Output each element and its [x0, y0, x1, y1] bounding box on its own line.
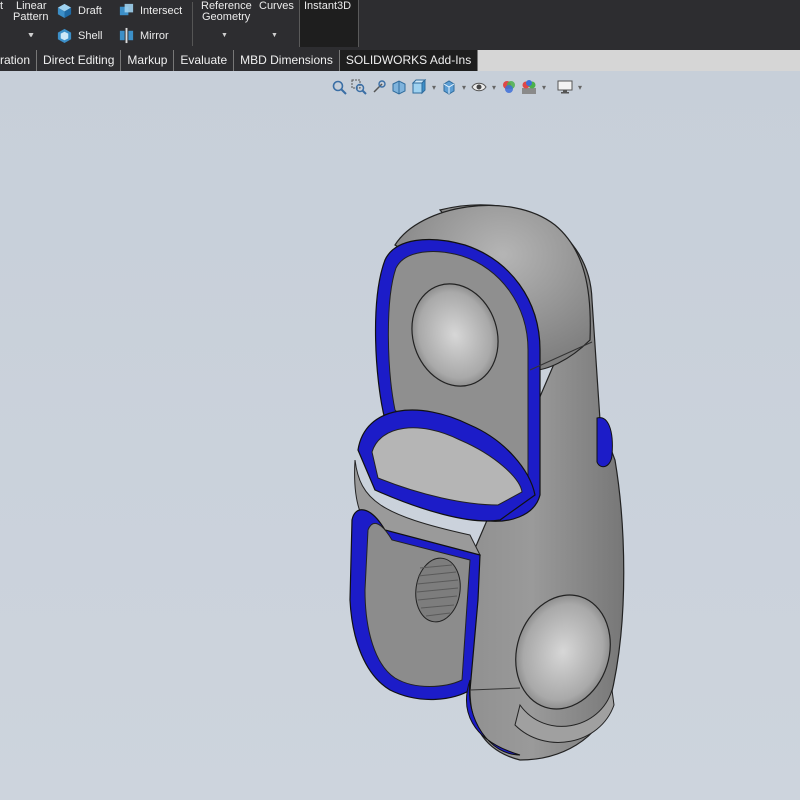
right-ear-selected-face — [596, 417, 613, 468]
view-settings-icon[interactable] — [556, 78, 574, 96]
ribbon-divider — [192, 2, 193, 46]
tab-configuration[interactable]: ration — [0, 50, 38, 71]
shell-button[interactable]: Shell — [56, 27, 102, 44]
zoom-to-fit-icon[interactable] — [330, 78, 348, 96]
chevron-down-icon[interactable]: ▾ — [540, 83, 548, 92]
curves-label: Curves — [259, 0, 294, 12]
intersect-button[interactable]: Intersect — [118, 2, 182, 19]
instant3d-button[interactable]: Instant3D — [299, 0, 359, 47]
chevron-down-icon[interactable]: ▾ — [490, 83, 498, 92]
section-view-icon[interactable] — [390, 78, 408, 96]
chevron-down-icon[interactable]: ▾ — [576, 83, 584, 92]
tab-direct-editing[interactable]: Direct Editing — [37, 50, 122, 71]
command-manager-tabs: ration Direct Editing Markup Evaluate MB… — [0, 50, 800, 71]
chevron-down-icon[interactable]: ▾ — [460, 83, 468, 92]
part-model[interactable] — [0, 71, 800, 800]
previous-view-icon[interactable] — [370, 78, 388, 96]
heads-up-view-toolbar: ▾ ▾ ▾ ▾ ▾ — [330, 77, 584, 97]
instant3d-label: Instant3D — [304, 0, 352, 12]
apply-scene-icon[interactable] — [520, 78, 538, 96]
tab-markup[interactable]: Markup — [121, 50, 175, 71]
edit-appearance-icon[interactable] — [500, 78, 518, 96]
linear-pattern-button[interactable]: Linear Pattern ▼ — [10, 0, 52, 46]
tab-evaluate[interactable]: Evaluate — [174, 50, 235, 71]
chevron-down-icon[interactable]: ▼ — [221, 32, 228, 39]
mirror-label: Mirror — [140, 29, 169, 42]
display-style-icon[interactable] — [440, 78, 458, 96]
draft-label: Draft — [78, 4, 102, 17]
draft-button[interactable]: Draft — [56, 2, 102, 19]
mirror-icon — [119, 27, 134, 44]
command-manager-ribbon: t Linear Pattern ▼ ▼ Draft Shell Interse… — [0, 0, 800, 50]
chevron-down-icon[interactable]: ▾ — [430, 83, 438, 92]
clipped-ribbon-label: t — [0, 0, 4, 12]
draft-icon — [57, 3, 72, 19]
curves-button[interactable]: Curves ▼ — [257, 0, 295, 46]
tab-solidworks-add-ins[interactable]: SOLIDWORKS Add-Ins — [339, 50, 479, 71]
chevron-down-icon[interactable]: ▼ — [271, 32, 278, 39]
graphics-area[interactable] — [0, 71, 800, 800]
hide-show-items-icon[interactable] — [470, 78, 488, 96]
reference-geometry-button[interactable]: Reference Geometry ▼ — [198, 0, 252, 46]
shell-label: Shell — [78, 29, 103, 42]
reference-geometry-label-line2: Geometry — [202, 11, 251, 23]
linear-pattern-label-line2: Pattern — [13, 11, 49, 23]
shell-icon — [57, 28, 72, 44]
mirror-button[interactable]: Mirror — [118, 27, 169, 44]
chevron-down-icon[interactable]: ▼ — [27, 32, 34, 39]
zoom-to-area-icon[interactable] — [350, 78, 368, 96]
view-orientation-icon[interactable] — [410, 78, 428, 96]
tab-mbd-dimensions[interactable]: MBD Dimensions — [234, 50, 340, 71]
intersect-label: Intersect — [140, 4, 183, 17]
intersect-icon — [119, 3, 134, 16]
